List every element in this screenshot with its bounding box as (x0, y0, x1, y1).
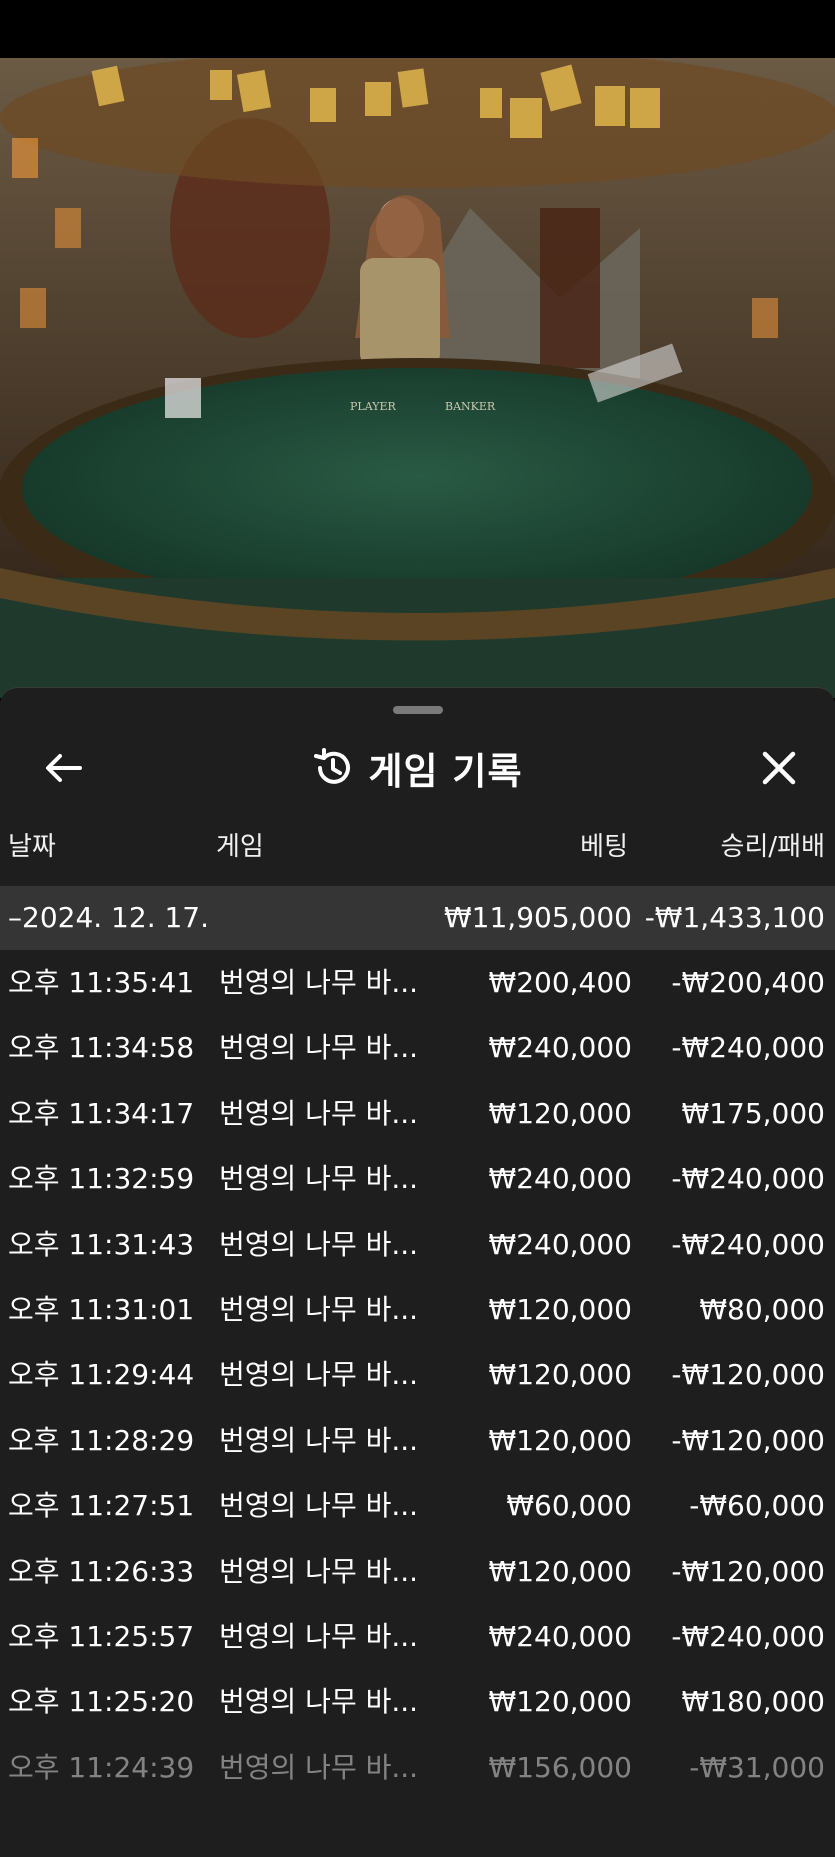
row-time: 오후 11:28:29 (8, 1423, 195, 1457)
history-list: 오후 11:35:41 번영의 나무 바... ₩200,400 -₩200,400 … (0, 950, 835, 1800)
row-game: 번영의 나무 바... (219, 1031, 419, 1065)
row-time: 오후 11:34:17 (8, 1096, 195, 1130)
sheet-grab-handle[interactable] (393, 706, 443, 714)
table-row[interactable]: 오후 11:28:29 번영의 나무 바... ₩120,000 -₩120,000 (0, 1408, 835, 1473)
row-game: 번영의 나무 바... (219, 1162, 419, 1196)
row-result: -₩60,000 (689, 1489, 825, 1523)
table-row[interactable]: 오후 11:27:51 번영의 나무 바... ₩60,000 -₩60,000 (0, 1473, 835, 1538)
row-bet: ₩240,000 (488, 1619, 632, 1653)
row-result: -₩240,000 (671, 1031, 825, 1065)
table-row[interactable]: 오후 11:25:20 번영의 나무 바... ₩120,000 ₩180,000 (0, 1669, 835, 1734)
live-dealer-video: PLAYER BANKER (0, 58, 835, 698)
row-time: 오후 11:29:44 (8, 1358, 195, 1392)
row-time: 오후 11:34:58 (8, 1031, 195, 1065)
row-game: 번영의 나무 바... (219, 1619, 419, 1653)
row-bet: ₩120,000 (488, 1358, 632, 1392)
row-bet: ₩240,000 (488, 1227, 632, 1261)
row-result: ₩180,000 (681, 1685, 825, 1719)
player-label: PLAYER (350, 400, 396, 413)
row-game: 번영의 나무 바... (219, 1096, 419, 1130)
row-bet: ₩120,000 (488, 1423, 632, 1457)
column-game: 게임 (216, 832, 264, 862)
row-result: -₩240,000 (671, 1619, 825, 1653)
row-result: -₩120,000 (671, 1358, 825, 1392)
row-time: 오후 11:31:01 (8, 1292, 195, 1326)
row-result: ₩80,000 (699, 1292, 825, 1326)
date-group-result-total: -₩1,433,100 (644, 901, 825, 934)
row-result: -₩120,000 (671, 1423, 825, 1457)
date-group-row[interactable]: –2024. 12. 17. ₩11,905,000 -₩1,433,100 (0, 886, 835, 950)
row-bet: ₩240,000 (488, 1162, 632, 1196)
game-history-sheet: 게임 기록 날짜 게임 베팅 승리/패배 –2024. 12. 17. ₩11,… (0, 687, 835, 1857)
row-result: -₩200,400 (671, 966, 825, 999)
row-time: 오후 11:35:41 (8, 966, 195, 999)
row-game: 번영의 나무 바... (219, 966, 419, 999)
status-bar (0, 0, 835, 58)
table-row[interactable]: 오후 11:35:41 번영의 나무 바... ₩200,400 -₩200,400 (0, 950, 835, 1015)
row-bet: ₩156,000 (488, 1750, 632, 1784)
table-row[interactable]: 오후 11:32:59 번영의 나무 바... ₩240,000 -₩240,000 (0, 1146, 835, 1211)
row-time: 오후 11:31:43 (8, 1227, 195, 1261)
row-result: ₩175,000 (681, 1096, 825, 1130)
row-result: -₩240,000 (671, 1227, 825, 1261)
row-time: 오후 11:27:51 (8, 1489, 195, 1523)
row-game: 번영의 나무 바... (219, 1489, 419, 1523)
date-group-label: –2024. 12. 17. (8, 901, 210, 934)
table-row[interactable]: 오후 11:29:44 번영의 나무 바... ₩120,000 -₩120,000 (0, 1342, 835, 1407)
row-game: 번영의 나무 바... (219, 1358, 419, 1392)
row-result: -₩120,000 (671, 1554, 825, 1588)
row-result: -₩240,000 (671, 1162, 825, 1196)
row-game: 번영의 나무 바... (219, 1423, 419, 1457)
row-result: -₩31,000 (689, 1750, 825, 1784)
table-row[interactable]: 오후 11:34:58 번영의 나무 바... ₩240,000 -₩240,000 (0, 1015, 835, 1080)
row-time: 오후 11:26:33 (8, 1554, 195, 1588)
row-bet: ₩120,000 (488, 1554, 632, 1588)
history-clock-icon (314, 748, 351, 784)
row-game: 번영의 나무 바... (219, 1292, 419, 1326)
row-game: 번영의 나무 바... (219, 1750, 419, 1784)
table-row[interactable]: 오후 11:25:57 번영의 나무 바... ₩240,000 -₩240,000 (0, 1604, 835, 1669)
close-icon (762, 751, 796, 785)
row-bet: ₩120,000 (488, 1685, 632, 1719)
table-row[interactable]: 오후 11:31:01 번영의 나무 바... ₩120,000 ₩80,000 (0, 1277, 835, 1342)
column-result: 승리/패배 (720, 832, 825, 862)
sheet-header: 게임 기록 (0, 728, 835, 808)
row-game: 번영의 나무 바... (219, 1554, 419, 1588)
row-game: 번영의 나무 바... (219, 1227, 419, 1261)
column-date: 날짜 (8, 832, 56, 862)
baccarat-table-scene: PLAYER BANKER (0, 58, 835, 698)
table-row[interactable]: 오후 11:34:17 번영의 나무 바... ₩120,000 ₩175,000 (0, 1081, 835, 1146)
table-row[interactable]: 오후 11:26:33 번영의 나무 바... ₩120,000 -₩120,000 (0, 1539, 835, 1604)
row-time: 오후 11:32:59 (8, 1162, 195, 1196)
page-title: 게임 기록 (368, 750, 523, 793)
row-bet: ₩240,000 (488, 1031, 632, 1065)
row-game: 번영의 나무 바... (219, 1685, 419, 1719)
close-button[interactable] (751, 740, 807, 796)
table-header: 날짜 게임 베팅 승리/패배 (0, 826, 835, 868)
row-bet: ₩120,000 (488, 1096, 632, 1130)
row-time: 오후 11:25:57 (8, 1619, 195, 1653)
row-bet: ₩60,000 (506, 1489, 632, 1523)
table-row[interactable]: 오후 11:31:43 번영의 나무 바... ₩240,000 -₩240,000 (0, 1212, 835, 1277)
row-time: 오후 11:24:39 (8, 1750, 195, 1784)
date-group-bet-total: ₩11,905,000 (443, 901, 632, 934)
table-row[interactable]: 오후 11:24:39 번영의 나무 바... ₩156,000 -₩31,000 (0, 1735, 835, 1800)
row-bet: ₩120,000 (488, 1292, 632, 1326)
banker-label: BANKER (445, 400, 496, 413)
row-time: 오후 11:25:20 (8, 1685, 195, 1719)
row-bet: ₩200,400 (488, 966, 632, 999)
column-bet: 베팅 (580, 832, 628, 862)
